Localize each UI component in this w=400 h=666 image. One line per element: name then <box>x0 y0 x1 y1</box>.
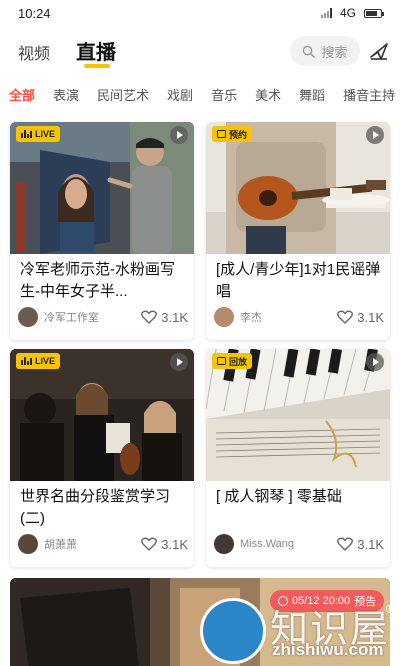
author-name: Miss.Wang <box>240 538 294 550</box>
card-footer: 李杰 3.1K <box>214 306 384 328</box>
course-card[interactable]: 预约 [成人/青少年]1对1民谣弹唱 李杰 3.1K <box>206 122 390 340</box>
like-count: 3.1K <box>161 309 188 325</box>
watermark-logo-icon <box>200 598 266 664</box>
search-icon <box>303 45 316 58</box>
live-bars-icon <box>21 357 32 365</box>
category-fine-art[interactable]: 美术 <box>246 85 290 104</box>
author-avatar <box>214 534 234 554</box>
status-icons: 4G <box>320 6 384 20</box>
author-avatar <box>18 534 38 554</box>
card-footer: 胡萧萧 3.1K <box>18 533 188 555</box>
course-card[interactable]: LIVE 冷军老师示范-水粉画写生-中年女子半... 冷军工作室 3.1K <box>10 122 194 340</box>
category-music[interactable]: 音乐 <box>202 85 246 104</box>
card-thumbnail: 预约 <box>206 122 390 254</box>
like-count: 3.1K <box>357 309 384 325</box>
heart-icon <box>141 537 158 551</box>
category-dance[interactable]: 舞蹈 <box>290 85 334 104</box>
author-name: 冷军工作室 <box>44 312 99 324</box>
tab-live[interactable]: 直播 <box>76 36 116 65</box>
heart-icon <box>337 537 354 551</box>
category-broadcasting[interactable]: 播音主持 <box>334 85 400 104</box>
top-header: 视频 直播 搜索 <box>0 26 400 76</box>
card-thumbnail: 回放 <box>206 349 390 481</box>
battery-icon <box>364 8 384 18</box>
card-title: [成人/青少年]1对1民谣弹唱 <box>216 261 381 300</box>
search-placeholder: 搜索 <box>321 44 348 60</box>
badge-label: 回放 <box>229 356 248 367</box>
status-time: 10:24 <box>18 5 51 21</box>
search-box[interactable]: 搜索 <box>290 36 360 66</box>
course-card[interactable]: 回放 [ 成人钢琴 ] 零基础 Miss.Wang 3.1K <box>206 349 390 567</box>
card-title: 冷军老师示范-水粉画写生-中年女子半... <box>20 261 175 300</box>
author-avatar <box>214 307 234 327</box>
play-icon[interactable] <box>366 353 384 371</box>
category-all[interactable]: 全部 <box>0 85 44 104</box>
live-bars-icon <box>21 130 32 138</box>
badge-label: LIVE <box>35 129 56 139</box>
category-performance[interactable]: 表演 <box>44 85 88 104</box>
like-button[interactable]: 3.1K <box>337 310 384 325</box>
badge-label: LIVE <box>35 356 56 366</box>
tab-video[interactable]: 视频 <box>18 40 50 64</box>
like-button[interactable]: 3.1K <box>141 310 188 325</box>
category-folk-art[interactable]: 民间艺术 <box>88 85 158 104</box>
card-title: 世界名曲分段鉴赏学习(二) <box>20 488 171 527</box>
play-icon[interactable] <box>366 126 384 144</box>
watermark-url: zhishiwu.com <box>272 640 384 659</box>
like-count: 3.1K <box>161 536 188 552</box>
author-avatar <box>18 307 38 327</box>
heart-icon <box>141 310 158 324</box>
network-label: 4G <box>339 6 356 20</box>
signal-icon <box>320 8 332 18</box>
status-bar: 10:24 4G <box>0 0 400 26</box>
like-button[interactable]: 3.1K <box>141 537 188 552</box>
live-badge: LIVE <box>16 353 61 369</box>
card-thumbnail: LIVE <box>10 122 194 254</box>
watermark-registered: ® <box>386 602 395 616</box>
play-icon[interactable] <box>170 126 188 144</box>
card-footer: 冷军工作室 3.1K <box>18 306 188 328</box>
course-card[interactable]: LIVE 世界名曲分段鉴赏学习(二) 胡萧萧 3.1K <box>10 349 194 567</box>
play-icon[interactable] <box>170 353 188 371</box>
author-name: 胡萧萧 <box>44 539 77 551</box>
reserve-badge: 预约 <box>212 126 253 142</box>
calendar-icon <box>217 130 226 138</box>
live-badge: LIVE <box>16 126 61 142</box>
card-thumbnail: LIVE <box>10 349 194 481</box>
author-name: 李杰 <box>240 312 262 324</box>
card-title: [ 成人钢琴 ] 零基础 <box>216 488 342 505</box>
replay-icon <box>217 357 226 365</box>
category-strip: 全部 表演 民间艺术 戏剧 音乐 美术 舞蹈 播音主持 <box>0 80 400 108</box>
category-drama[interactable]: 戏剧 <box>158 85 202 104</box>
replay-badge: 回放 <box>212 353 253 369</box>
card-footer: Miss.Wang 3.1K <box>214 533 384 555</box>
heart-icon <box>337 310 354 324</box>
like-count: 3.1K <box>357 536 384 552</box>
like-button[interactable]: 3.1K <box>337 537 384 552</box>
active-tab-indicator <box>84 64 110 68</box>
badge-label: 预约 <box>229 129 248 140</box>
share-icon[interactable] <box>368 40 390 62</box>
